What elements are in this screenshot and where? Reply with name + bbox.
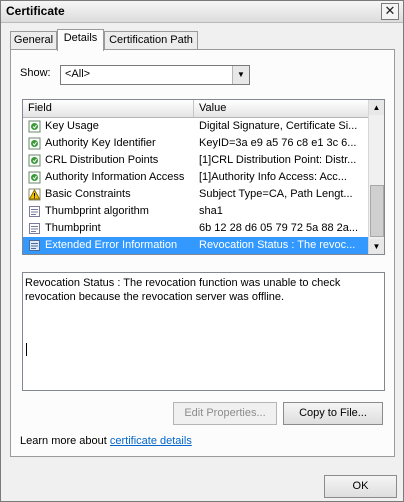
text-caret [26, 343, 27, 356]
property-icon [29, 206, 40, 217]
extension-icon [28, 171, 41, 184]
edit-properties-button[interactable]: Edit Properties... [173, 402, 277, 425]
learn-more-prefix: Learn more about [20, 435, 110, 447]
field-list[interactable]: Field Value Key Usage Digital Signature,… [22, 99, 385, 255]
field-value: Revocation Status : The revoc... [199, 239, 356, 251]
list-header: Field Value [23, 100, 368, 118]
show-dropdown-value: <All> [65, 68, 91, 80]
extension-icon [28, 154, 41, 167]
list-item[interactable]: Authority Key Identifier KeyID=3a e9 a5 … [23, 135, 368, 152]
list-item[interactable]: Thumbprint 6b 12 28 d6 05 79 72 5a 88 2a… [23, 220, 368, 237]
column-header-field[interactable]: Field [28, 102, 52, 114]
detail-text: Revocation Status : The revocation funct… [25, 277, 341, 303]
field-name: Extended Error Information [45, 239, 178, 251]
scrollbar-thumb[interactable] [370, 185, 384, 237]
tab-general[interactable]: General [10, 31, 57, 50]
error-info-icon [29, 240, 40, 251]
field-name: Authority Key Identifier [45, 137, 156, 149]
column-divider[interactable] [193, 100, 194, 117]
title-bar: Certificate ✕ [1, 1, 403, 23]
copy-to-file-button[interactable]: Copy to File... [283, 402, 383, 425]
property-icon [29, 223, 40, 234]
extension-icon [28, 137, 41, 150]
show-dropdown[interactable]: <All> ▼ [60, 65, 250, 85]
close-icon: ✕ [384, 3, 396, 18]
list-item[interactable]: Thumbprint algorithm sha1 [23, 203, 368, 220]
field-name: Thumbprint [45, 222, 101, 234]
list-scrollbar[interactable]: ▲ ▼ [368, 100, 384, 254]
close-button[interactable]: ✕ [381, 3, 399, 20]
field-value: sha1 [199, 205, 223, 217]
field-name: Basic Constraints [45, 188, 131, 200]
field-name: Key Usage [45, 120, 99, 132]
certificate-details-link[interactable]: certificate details [110, 435, 192, 447]
details-panel: Show: <All> ▼ Field Value Key Usage Digi… [10, 49, 395, 457]
ok-button[interactable]: OK [324, 475, 397, 498]
learn-more-text: Learn more about certificate details [20, 435, 192, 447]
list-item[interactable]: Authority Information Access [1]Authorit… [23, 169, 368, 186]
field-name: Authority Information Access [45, 171, 185, 183]
window-title: Certificate [6, 4, 65, 18]
tab-certification-path[interactable]: Certification Path [104, 31, 198, 50]
list-item[interactable]: Basic Constraints Subject Type=CA, Path … [23, 186, 368, 203]
field-value: Digital Signature, Certificate Si... [199, 120, 358, 132]
column-header-value[interactable]: Value [199, 102, 226, 114]
field-value: [1]CRL Distribution Point: Distr... [199, 154, 357, 166]
field-name: Thumbprint algorithm [45, 205, 149, 217]
field-value: [1]Authority Info Access: Acc... [199, 171, 347, 183]
detail-textarea[interactable]: Revocation Status : The revocation funct… [22, 272, 385, 391]
certificate-dialog: Certificate ✕ General Details Certificat… [0, 0, 404, 502]
show-label: Show: [20, 67, 51, 79]
scroll-up-icon[interactable]: ▲ [369, 100, 384, 115]
list-item[interactable]: CRL Distribution Points [1]CRL Distribut… [23, 152, 368, 169]
scroll-down-icon[interactable]: ▼ [369, 239, 384, 254]
field-value: 6b 12 28 d6 05 79 72 5a 88 2a... [199, 222, 359, 234]
field-name: CRL Distribution Points [45, 154, 159, 166]
list-item-selected[interactable]: Extended Error Information Revocation St… [23, 237, 368, 254]
field-value: KeyID=3a e9 a5 76 c8 e1 3c 6... [199, 137, 357, 149]
list-item[interactable]: Key Usage Digital Signature, Certificate… [23, 118, 368, 135]
extension-icon [28, 120, 41, 133]
chevron-down-icon[interactable]: ▼ [232, 66, 249, 84]
tab-details[interactable]: Details [57, 29, 104, 51]
field-value: Subject Type=CA, Path Lengt... [199, 188, 353, 200]
critical-extension-icon [28, 188, 41, 201]
